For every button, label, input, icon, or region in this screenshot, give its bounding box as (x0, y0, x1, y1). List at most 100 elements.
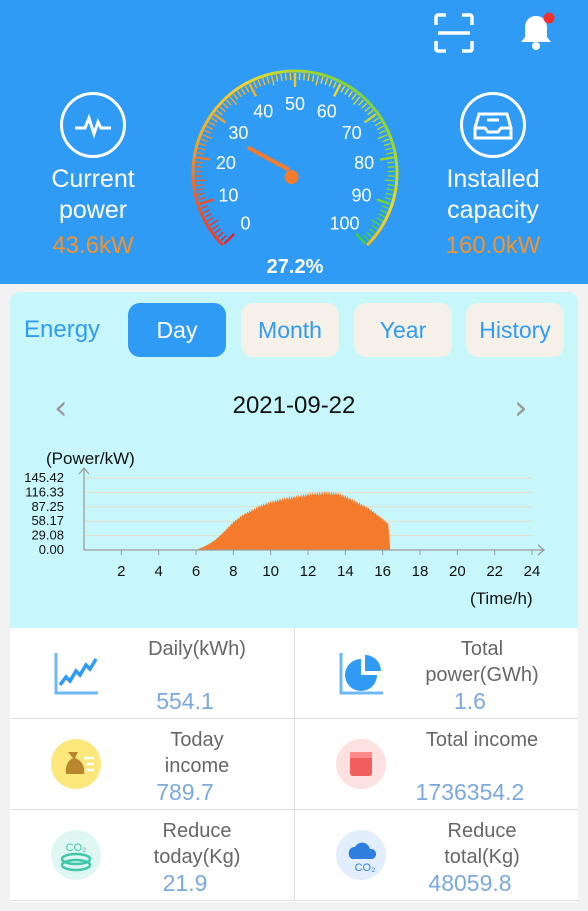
gauge-tick (198, 196, 206, 201)
chart-y-tick: 0.00 (39, 542, 64, 557)
gauge-tick (195, 161, 203, 164)
selected-date[interactable]: 2021-09-22 (10, 392, 578, 420)
gauge-tick (244, 85, 250, 93)
gauge-percent: 27.2% (267, 256, 324, 278)
gauge-tick (386, 188, 394, 191)
energy-label: Energy (24, 316, 101, 343)
gauge-tick (378, 129, 386, 135)
gauge-tick (385, 192, 393, 196)
chart-y-tick: 87.25 (31, 499, 64, 514)
gauge-tick-label: 20 (216, 153, 236, 173)
stat-reduce-total: CO₂ Reduce total(Kg) 48059.8 (294, 810, 578, 901)
gauge-tick (315, 75, 320, 86)
gauge-tick (284, 73, 287, 81)
gauge-tick (303, 73, 306, 81)
gauge-tick (384, 147, 393, 151)
chart-y-tick: 116.33 (25, 484, 64, 499)
chart-x-tick: 12 (300, 563, 317, 580)
chart-area-series (196, 491, 391, 550)
pulse-icon (60, 92, 126, 158)
gauge-tick (219, 106, 226, 113)
gauge-tick-label: 70 (342, 123, 362, 143)
scan-icon[interactable] (430, 10, 478, 56)
gauge-tick (324, 78, 329, 86)
stat-value: 789.7 (156, 779, 214, 805)
gauge-tick (377, 134, 388, 140)
notification-dot (543, 12, 555, 24)
chart-x-tick: 4 (154, 563, 162, 580)
gauge-tick (195, 179, 206, 182)
gauge-tick (214, 228, 222, 234)
energy-card: Energy Day Month Year History ‹ 2021-09-… (10, 292, 578, 628)
gauge-tick-label: 0 (240, 213, 250, 233)
gauge-tick (376, 125, 384, 131)
installed-capacity-label: Installed capacity (446, 165, 540, 224)
gauge-tick (201, 205, 209, 210)
gauge-tick (332, 81, 337, 89)
stat-title: Today income (164, 729, 230, 777)
gauge-tick (367, 109, 374, 116)
gauge-tick (270, 75, 275, 86)
header: Current power 43.6kW Installed capacity … (0, 0, 588, 284)
gauge-tick (368, 228, 376, 234)
gauge-tick-label: 50 (285, 94, 305, 114)
gauge-tick (253, 81, 258, 89)
gauge-tick (207, 217, 214, 222)
next-date-icon[interactable]: › (514, 388, 528, 428)
chart-y-label: (Power/kW) (46, 449, 135, 468)
gauge-tick (384, 196, 392, 201)
money-bag-icon (50, 738, 102, 790)
pie-chart-icon (335, 647, 387, 699)
chart-x-tick: 8 (229, 563, 237, 580)
gauge-tick (371, 224, 379, 230)
gauge-tick (206, 125, 214, 131)
gauge-tick (340, 85, 346, 93)
chart-x-tick: 22 (486, 563, 503, 580)
gauge-tick (387, 161, 395, 164)
gauge-tick (344, 88, 350, 95)
gauge-tick (236, 90, 243, 98)
tab-month[interactable]: Month (241, 303, 339, 357)
gauge-tick-label: 80 (354, 153, 374, 173)
chart-x-tick: 24 (524, 563, 541, 580)
stat-title: Reduce today(Kg) (153, 820, 241, 868)
gauge-tick (378, 213, 386, 218)
stat-daily: Daily(kWh) 554.1 (10, 628, 294, 719)
stat-reduce-today: CO₂ Reduce today(Kg) 21.9 (10, 810, 294, 901)
tab-day[interactable]: Day (128, 303, 226, 357)
stat-title: Total power(GWh) (425, 638, 539, 686)
gauge-tick (208, 121, 216, 127)
gauge-tick (320, 76, 324, 84)
gauge-tick-label: 10 (218, 186, 238, 206)
gauge-tick (257, 79, 262, 87)
gauge-tick (366, 231, 373, 238)
installed-capacity-value: 160.0kW (445, 232, 541, 259)
gauge-tick (211, 224, 219, 230)
stat-value: 554.1 (156, 688, 214, 714)
gauge-tick (217, 231, 224, 238)
chart-x-tick: 6 (192, 563, 200, 580)
gauge-tick (352, 96, 361, 106)
gauge-tick (222, 102, 229, 109)
gauge-tick (372, 117, 379, 123)
current-power-label: Current power (51, 165, 135, 224)
gauge-tick (387, 183, 395, 187)
chart-x-tick: 14 (337, 563, 354, 580)
gauge-tick (379, 156, 394, 161)
stat-total-power: Total power(GWh) 1.6 (294, 628, 578, 719)
gauge-tick (382, 138, 390, 143)
tab-year[interactable]: Year (354, 303, 452, 357)
chart-y-tick: 29.08 (31, 528, 64, 543)
gauge-tick (384, 179, 395, 182)
gauge-tick (202, 134, 213, 140)
gauge-tick (351, 93, 357, 100)
chart-x-tick: 2 (117, 563, 125, 580)
gauge-tick (204, 129, 212, 135)
gauge-tick (371, 219, 381, 226)
gauge-tick-label: 90 (352, 186, 372, 206)
tab-history[interactable]: History (466, 303, 564, 357)
gauge-tick (383, 142, 391, 147)
gauge-tick-label: 30 (228, 123, 248, 143)
stat-title: Total income (425, 729, 539, 751)
bell-icon[interactable] (512, 8, 560, 56)
